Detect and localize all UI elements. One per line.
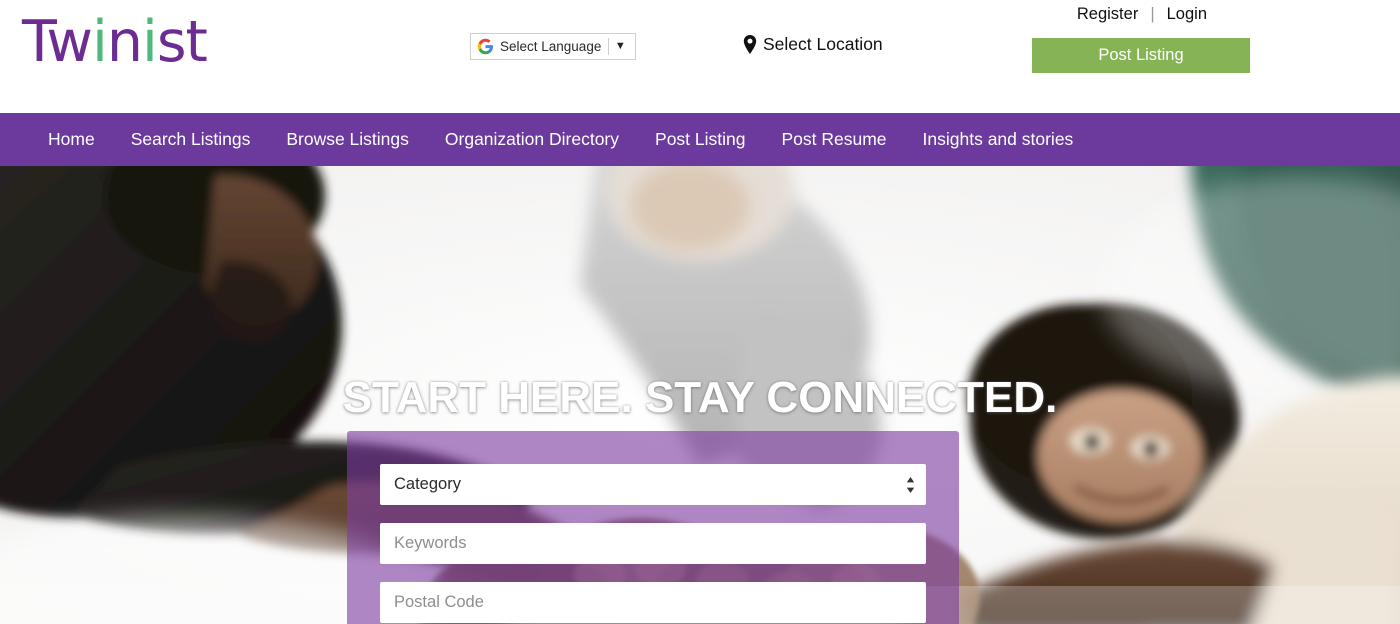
- nav-item-insights-and-stories[interactable]: Insights and stories: [923, 113, 1074, 166]
- chevron-down-icon[interactable]: ▼: [609, 41, 631, 52]
- logo-letter-5: i: [142, 9, 158, 75]
- google-g-icon: [477, 38, 494, 55]
- nav-item-post-resume[interactable]: Post Resume: [781, 113, 886, 166]
- postal-code-input[interactable]: [380, 582, 926, 623]
- site-logo[interactable]: Twinist: [22, 14, 208, 71]
- logo-letter-2: w: [46, 9, 93, 75]
- category-select[interactable]: Category: [380, 464, 926, 505]
- account-links: Register | Login: [1077, 5, 1207, 24]
- hero-search-panel: Category Search Advanced Search: [347, 431, 959, 624]
- keywords-input[interactable]: [380, 523, 926, 564]
- nav-item-home[interactable]: Home: [48, 113, 95, 166]
- hero-section: START HERE. STAY CONNECTED. Category Sea…: [0, 166, 1400, 624]
- logo-letter-7: t: [185, 9, 208, 75]
- category-select-value: Category: [394, 475, 461, 493]
- logo-letter-6: s: [156, 9, 187, 75]
- language-selector[interactable]: Select Language ▼: [470, 33, 637, 60]
- nav-item-organization-directory[interactable]: Organization Directory: [445, 113, 619, 166]
- logo-letter-3: i: [92, 9, 108, 75]
- hero-title: START HERE. STAY CONNECTED.: [342, 373, 1058, 422]
- logo-letter-1: T: [22, 9, 47, 75]
- location-selector-label: Select Location: [763, 34, 883, 54]
- nav-item-browse-listings[interactable]: Browse Listings: [286, 113, 409, 166]
- main-navigation: Home Search Listings Browse Listings Org…: [0, 113, 1400, 166]
- login-link[interactable]: Login: [1167, 5, 1207, 24]
- top-header: Twinist Select Language ▼ Select Locatio…: [0, 0, 1400, 113]
- nav-item-search-listings[interactable]: Search Listings: [131, 113, 251, 166]
- map-pin-icon: [743, 35, 763, 54]
- language-selector-label: Select Language: [500, 39, 602, 54]
- category-select-wrapper: Category: [380, 464, 926, 505]
- register-link[interactable]: Register: [1077, 5, 1138, 24]
- nav-item-post-listing[interactable]: Post Listing: [655, 113, 745, 166]
- post-listing-button[interactable]: Post Listing: [1032, 38, 1250, 73]
- logo-letter-4: n: [106, 9, 143, 75]
- account-links-divider: |: [1150, 5, 1155, 23]
- location-selector[interactable]: Select Location: [743, 34, 883, 55]
